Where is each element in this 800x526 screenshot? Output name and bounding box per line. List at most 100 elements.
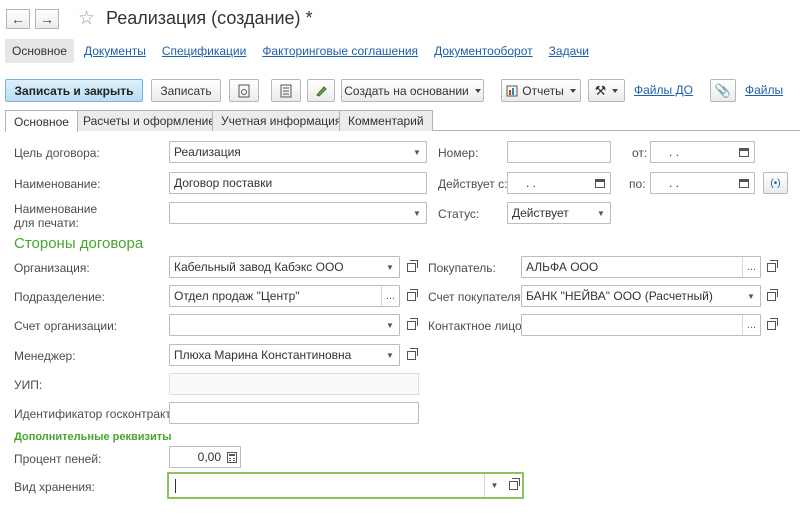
- create-based-label: Создать на основании: [344, 83, 469, 98]
- goal-select[interactable]: Реализация ▼: [169, 141, 427, 163]
- buyer-input[interactable]: АЛЬФА ООО ...: [521, 256, 761, 278]
- files-link[interactable]: Файлы: [745, 83, 783, 97]
- dropdown-icon[interactable]: ▼: [381, 315, 399, 335]
- files-do-link[interactable]: Файлы ДО: [634, 83, 693, 97]
- to-label: по:: [629, 177, 646, 191]
- valid-from-input[interactable]: . .: [507, 172, 611, 194]
- storage-value: [169, 478, 484, 493]
- dropdown-icon[interactable]: ▼: [381, 257, 399, 277]
- nav-tasks[interactable]: Задачи: [549, 44, 589, 58]
- nav-factoring[interactable]: Факторинговые соглашения: [262, 44, 418, 58]
- ellipsis-icon[interactable]: ...: [742, 315, 760, 335]
- save-and-close-button[interactable]: Записать и закрыть: [5, 79, 143, 102]
- buyer-label: Покупатель:: [428, 261, 496, 275]
- arrow-right-icon: →: [40, 11, 54, 27]
- gov-contract-label: Идентификатор госконтракта:: [14, 407, 181, 421]
- open-buyer-account-icon[interactable]: [763, 286, 779, 306]
- open-dept-icon[interactable]: [403, 286, 419, 306]
- manager-value: Плюха Марина Константиновна: [174, 348, 352, 362]
- calculator-icon[interactable]: [224, 447, 240, 467]
- chevron-down-icon: [569, 88, 576, 93]
- attach-button[interactable]: 📎: [710, 79, 736, 102]
- dropdown-icon[interactable]: ▼: [484, 474, 504, 497]
- print-name-label: Наименование для печати:: [14, 202, 97, 230]
- nav-docflow[interactable]: Документооборот: [434, 44, 533, 58]
- contact-label: Контактное лицо:: [428, 319, 525, 333]
- settings-doc-button[interactable]: [229, 79, 259, 102]
- dept-label: Подразделение:: [14, 290, 105, 304]
- list-button[interactable]: [271, 79, 301, 102]
- ellipsis-icon[interactable]: ...: [742, 257, 760, 277]
- period-button[interactable]: (•): [763, 172, 788, 194]
- calendar-icon[interactable]: [590, 173, 610, 193]
- contact-input[interactable]: ...: [521, 314, 761, 336]
- status-select[interactable]: Действует ▼: [507, 202, 611, 224]
- dept-value: Отдел продаж "Центр": [174, 289, 300, 303]
- buyer-account-select[interactable]: БАНК "НЕЙВА" ООО (Расчетный) ▼: [521, 285, 761, 307]
- dropdown-icon[interactable]: ▼: [408, 203, 426, 223]
- status-label: Статус:: [438, 207, 480, 221]
- valid-from-value: . .: [526, 176, 537, 190]
- dropdown-icon[interactable]: ▼: [592, 203, 610, 223]
- dropdown-icon[interactable]: ▼: [381, 345, 399, 365]
- gear-document-icon: [238, 84, 250, 97]
- calendar-icon[interactable]: [734, 173, 754, 193]
- forward-button[interactable]: →: [35, 9, 59, 29]
- ellipsis-icon[interactable]: ...: [381, 286, 399, 306]
- manager-select[interactable]: Плюха Марина Константиновна ▼: [169, 344, 400, 366]
- storage-label: Вид хранения:: [14, 480, 95, 494]
- pen-icon: [316, 85, 327, 97]
- parties-section-title: Стороны договора: [14, 235, 144, 252]
- to-date-value: . .: [669, 176, 680, 190]
- nav-main[interactable]: Основное: [5, 39, 74, 63]
- tab-accounting[interactable]: Учетная информация: [212, 110, 351, 131]
- tab-main[interactable]: Основное: [5, 110, 78, 132]
- valid-from-label: Действует с:: [438, 177, 508, 191]
- back-button[interactable]: ←: [6, 9, 30, 29]
- to-date-input[interactable]: . .: [650, 172, 755, 194]
- page-title: Реализация (создание) *: [106, 8, 313, 28]
- reports-button[interactable]: Отчеты: [501, 79, 581, 102]
- extra-section-title: Дополнительные реквизиты: [14, 431, 172, 443]
- star-icon[interactable]: ☆: [78, 7, 95, 30]
- dropdown-icon[interactable]: ▼: [408, 142, 426, 162]
- status-value: Действует: [512, 206, 569, 220]
- dropdown-icon[interactable]: ▼: [742, 286, 760, 306]
- dept-input[interactable]: Отдел продаж "Центр" ...: [169, 285, 400, 307]
- manager-label: Менеджер:: [14, 349, 76, 363]
- chevron-down-icon: [612, 88, 619, 93]
- tools-button[interactable]: ⚒: [588, 79, 625, 102]
- name-input[interactable]: Договор поставки: [169, 172, 427, 194]
- from-date-value: . .: [669, 145, 680, 159]
- edit-button[interactable]: [307, 79, 335, 102]
- uip-input: [169, 373, 419, 395]
- org-account-select[interactable]: ▼: [169, 314, 400, 336]
- open-org-account-icon[interactable]: [403, 315, 419, 335]
- from-date-input[interactable]: . .: [650, 141, 755, 163]
- open-org-icon[interactable]: [403, 257, 419, 277]
- open-buyer-icon[interactable]: [763, 257, 779, 277]
- gov-contract-input[interactable]: [169, 402, 419, 424]
- print-name-label-line1: Наименование: [14, 202, 98, 216]
- nav-specifications[interactable]: Спецификации: [162, 44, 246, 58]
- tab-payments[interactable]: Расчеты и оформление: [74, 110, 224, 131]
- number-input[interactable]: [507, 141, 611, 163]
- goal-label: Цель договора:: [14, 146, 100, 160]
- open-contact-icon[interactable]: [763, 315, 779, 335]
- calendar-icon[interactable]: [734, 142, 754, 162]
- from-label: от:: [632, 146, 648, 160]
- tab-comment[interactable]: Комментарий: [339, 110, 433, 131]
- nav-documents[interactable]: Документы: [84, 44, 146, 58]
- org-label: Организация:: [14, 261, 90, 275]
- period-icon: (•): [770, 177, 781, 189]
- number-label: Номер:: [438, 146, 479, 160]
- penalty-input[interactable]: 0,00: [169, 446, 241, 468]
- open-storage-icon[interactable]: [504, 476, 522, 496]
- print-name-select[interactable]: ▼: [169, 202, 427, 224]
- create-based-button[interactable]: Создать на основании: [341, 79, 484, 102]
- open-manager-icon[interactable]: [403, 345, 419, 365]
- org-select[interactable]: Кабельный завод Кабэкс ООО ▼: [169, 256, 400, 278]
- penalty-label: Процент пеней:: [14, 452, 102, 466]
- storage-select[interactable]: ▼: [167, 472, 524, 499]
- save-button[interactable]: Записать: [151, 79, 221, 102]
